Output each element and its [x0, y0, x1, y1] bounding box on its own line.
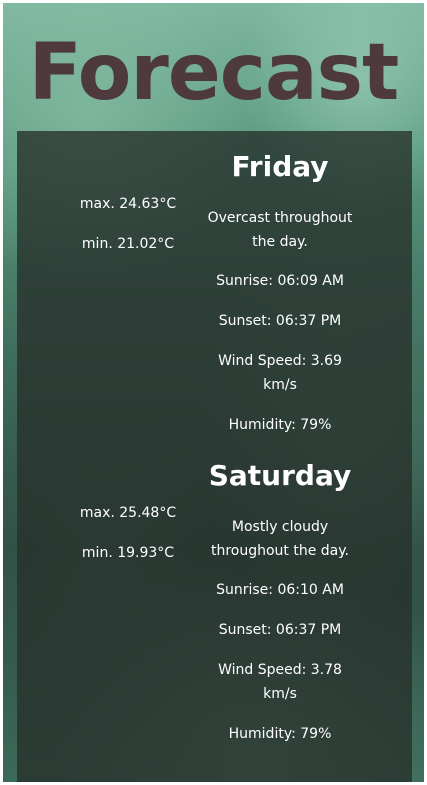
wind-speed: Wind Speed: 3.69 km/s [218, 353, 342, 393]
humidity: Humidity: 79% [228, 417, 332, 433]
max-temp: max. 24.63°C [79, 196, 177, 212]
min-temp: min. 21.02°C [81, 236, 175, 252]
sunrise-time: Sunrise: 06:10 AM [216, 582, 344, 598]
sunset-time: Sunset: 06:37 PM [218, 313, 342, 329]
humidity: Humidity: 79% [228, 726, 332, 742]
wind-speed: Wind Speed: 3.78 km/s [218, 662, 342, 702]
forecast-panel: Friday max. 24.63°C min. 21.02°C Overcas… [17, 131, 412, 782]
weather-summary: Overcast throughout the day. [207, 210, 353, 250]
day-name: Friday [231, 150, 329, 183]
day-name: Saturday [208, 459, 352, 492]
sunset-time: Sunset: 06:37 PM [218, 622, 342, 638]
max-temp: max. 25.48°C [79, 505, 177, 521]
page-title: Forecast [28, 28, 400, 118]
background-frame: Forecast Friday max. 24.63°C min. 21.02°… [3, 3, 424, 782]
sunrise-time: Sunrise: 06:09 AM [216, 273, 344, 289]
weather-summary: Mostly cloudy throughout the day. [210, 519, 350, 559]
min-temp: min. 19.93°C [81, 545, 175, 561]
